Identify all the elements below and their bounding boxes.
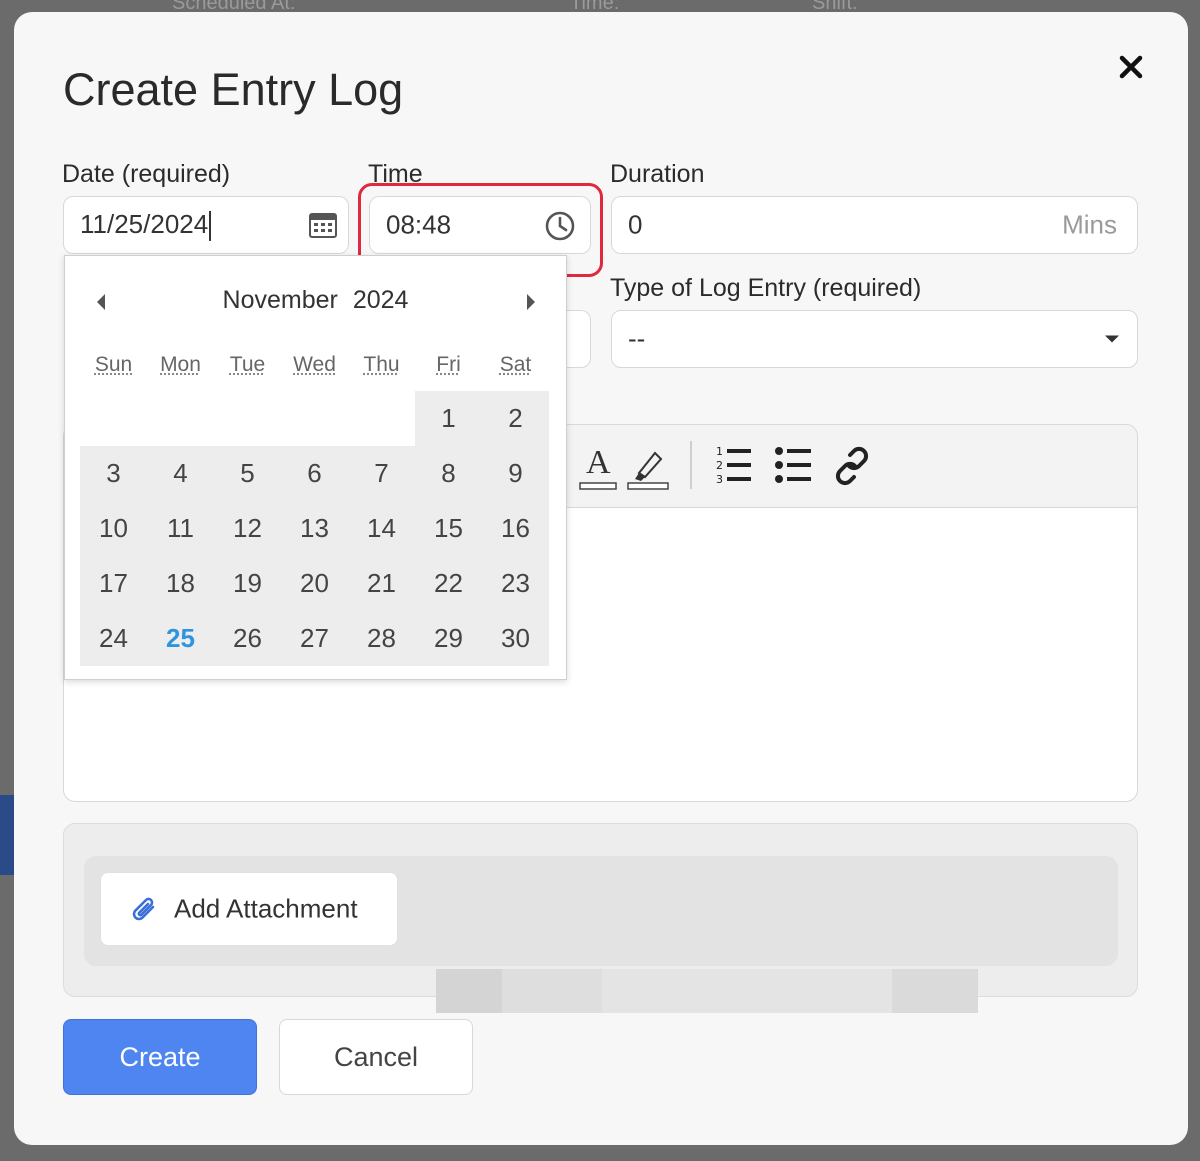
link-icon xyxy=(835,446,869,486)
calendar-empty-cell xyxy=(281,391,348,446)
weekday-label: Sun xyxy=(94,353,133,376)
calendar-day[interactable]: 4 xyxy=(147,446,214,501)
type-label: Type of Log Entry (required) xyxy=(610,274,922,302)
calendar-day-today[interactable]: 25 xyxy=(147,611,214,666)
svg-text:A: A xyxy=(586,444,611,481)
weekday-label: Fri xyxy=(436,353,461,376)
calendar-icon[interactable] xyxy=(308,210,338,240)
calendar-day[interactable]: 13 xyxy=(281,501,348,556)
font-color-icon: A xyxy=(579,444,617,490)
weekday-label: Tue xyxy=(229,353,266,376)
calendar-day[interactable]: 18 xyxy=(147,556,214,611)
calendar-day[interactable]: 17 xyxy=(80,556,147,611)
ordered-list-icon: 1 2 3 xyxy=(716,445,751,486)
calendar-day[interactable]: 3 xyxy=(80,446,147,501)
redacted-block xyxy=(436,969,502,1013)
highlight-icon xyxy=(627,451,669,490)
redacted-block xyxy=(892,969,978,1013)
add-attachment-button[interactable]: Add Attachment xyxy=(100,872,398,946)
calendar-day[interactable]: 28 xyxy=(348,611,415,666)
calendar-day[interactable]: 9 xyxy=(482,446,549,501)
close-button[interactable] xyxy=(1114,50,1148,84)
link-button[interactable] xyxy=(834,441,870,491)
cancel-button[interactable]: Cancel xyxy=(279,1019,473,1095)
calendar-day[interactable]: 21 xyxy=(348,556,415,611)
calendar-day[interactable]: 27 xyxy=(281,611,348,666)
next-month-icon[interactable] xyxy=(521,290,541,314)
bullet-list-icon xyxy=(775,447,811,483)
svg-text:3: 3 xyxy=(716,473,723,486)
ordered-list-button[interactable]: 1 2 3 xyxy=(714,441,754,491)
duration-value: 0 xyxy=(628,209,643,240)
calendar-month[interactable]: November xyxy=(223,286,338,314)
redacted-block xyxy=(502,969,602,1013)
attachment-dropzone[interactable]: Add Attachment xyxy=(84,856,1118,966)
calendar-day[interactable]: 5 xyxy=(214,446,281,501)
calendar-day[interactable]: 19 xyxy=(214,556,281,611)
calendar-day[interactable]: 2 xyxy=(482,391,549,446)
paperclip-icon xyxy=(132,897,155,921)
calendar-header: November 2024 xyxy=(65,286,566,315)
calendar-day[interactable]: 12 xyxy=(214,501,281,556)
calendar-day[interactable]: 7 xyxy=(348,446,415,501)
calendar-empty-cell xyxy=(147,391,214,446)
calendar-day[interactable]: 20 xyxy=(281,556,348,611)
calendar-day[interactable]: 10 xyxy=(80,501,147,556)
date-label: Date (required) xyxy=(62,160,231,188)
modal-title: Create Entry Log xyxy=(63,64,404,115)
calendar-day[interactable]: 6 xyxy=(281,446,348,501)
highlight-button[interactable] xyxy=(625,441,671,491)
create-entry-log-modal: Create Entry Log Date (required) 11/25/2… xyxy=(14,12,1188,1145)
add-attachment-label: Add Attachment xyxy=(174,893,358,924)
font-color-button[interactable]: A xyxy=(576,441,620,491)
calendar-empty-cell xyxy=(80,391,147,446)
text-caret xyxy=(209,211,212,242)
calendar-day[interactable]: 16 xyxy=(482,501,549,556)
calendar-day[interactable]: 11 xyxy=(147,501,214,556)
calendar-empty-cell xyxy=(214,391,281,446)
weekday-label: Sat xyxy=(499,353,532,376)
type-value: -- xyxy=(628,323,646,354)
date-picker-popup: November 2024 Sun Mon Tue Wed Thu Fri Sat 1234… xyxy=(64,255,567,680)
background-strip xyxy=(0,795,14,875)
calendar-day[interactable]: 22 xyxy=(415,556,482,611)
redacted-block xyxy=(602,969,892,1013)
svg-text:1: 1 xyxy=(716,445,723,458)
calendar-day[interactable]: 8 xyxy=(415,446,482,501)
calendar-day[interactable]: 24 xyxy=(80,611,147,666)
chevron-down-icon xyxy=(1105,335,1119,343)
weekday-label: Mon xyxy=(160,353,201,376)
calendar-day[interactable]: 1 xyxy=(415,391,482,446)
duration-suffix: Mins xyxy=(1062,209,1117,240)
calendar-day[interactable]: 14 xyxy=(348,501,415,556)
toolbar-separator xyxy=(690,441,692,489)
type-select[interactable]: -- xyxy=(611,310,1138,368)
calendar-year[interactable]: 2024 xyxy=(353,286,409,314)
bullet-list-button[interactable] xyxy=(774,441,814,491)
calendar-day[interactable]: 30 xyxy=(482,611,549,666)
weekday-header-row: Sun Mon Tue Wed Thu Fri Sat xyxy=(80,353,550,383)
calendar-day[interactable]: 15 xyxy=(415,501,482,556)
duration-label: Duration xyxy=(610,160,705,188)
calendar-day[interactable]: 26 xyxy=(214,611,281,666)
weekday-label: Wed xyxy=(293,353,336,376)
calendar-empty-cell xyxy=(348,391,415,446)
calendar-day[interactable]: 29 xyxy=(415,611,482,666)
calendar-day[interactable]: 23 xyxy=(482,556,549,611)
duration-input[interactable]: 0 Mins xyxy=(611,196,1138,254)
svg-text:2: 2 xyxy=(716,459,723,472)
date-input[interactable]: 11/25/2024 xyxy=(63,196,349,254)
weekday-label: Thu xyxy=(363,353,400,376)
close-icon xyxy=(1119,55,1143,79)
create-button[interactable]: Create xyxy=(63,1019,257,1095)
date-value: 11/25/2024 xyxy=(80,208,209,239)
